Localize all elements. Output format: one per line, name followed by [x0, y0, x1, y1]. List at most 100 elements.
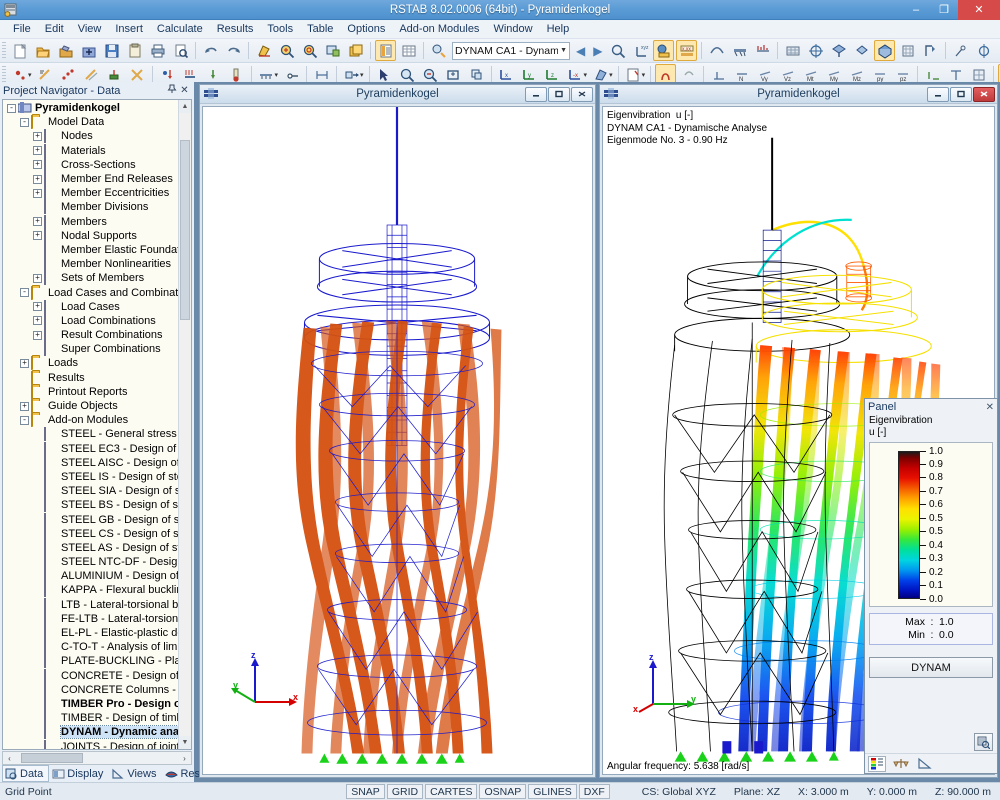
expand-toggle-icon[interactable]: +	[33, 302, 42, 311]
close-icon[interactable]: ✕	[986, 402, 994, 413]
scrollbar-thumb[interactable]	[180, 140, 190, 320]
tree-node[interactable]: CONCRETE Columns - Design	[3, 683, 178, 697]
menu-item-tools[interactable]: Tools	[260, 21, 300, 37]
expand-toggle-icon[interactable]: +	[33, 217, 42, 226]
tree-node[interactable]: FE-LTB - Lateral-torsional buck	[3, 612, 178, 626]
close-icon[interactable]: ✕	[178, 85, 191, 96]
scroll-left-button[interactable]: ‹	[3, 752, 16, 764]
tree-node[interactable]: +Nodes	[3, 129, 178, 143]
tree-node[interactable]: +Members	[3, 215, 178, 229]
scrollbar-thumb[interactable]	[21, 753, 83, 763]
navigator-tab-views[interactable]: Views	[109, 765, 162, 782]
tree-node[interactable]: Member Elastic Foundations	[3, 243, 178, 257]
panel-tab-display-properties[interactable]	[916, 756, 934, 772]
tree-node[interactable]: -Load Cases and Combinations	[3, 285, 178, 299]
node-select-icon[interactable]	[950, 40, 971, 61]
navigator-vertical-scrollbar[interactable]: ▲ ▼	[178, 100, 191, 749]
new-window-icon[interactable]	[345, 40, 366, 61]
menu-item-file[interactable]: File	[6, 21, 38, 37]
show-values-icon[interactable]: x.xx	[676, 40, 697, 61]
viewport-left-canvas[interactable]: z x y	[202, 106, 593, 775]
navigator-tab-display[interactable]: Display	[49, 765, 109, 782]
zoom-all-icon[interactable]	[299, 40, 320, 61]
expand-toggle-icon[interactable]: +	[33, 160, 42, 169]
expand-toggle-icon[interactable]: +	[33, 132, 42, 141]
measure-icon[interactable]	[920, 40, 941, 61]
toolbar-grip[interactable]	[2, 42, 6, 59]
find-object-icon[interactable]	[607, 40, 628, 61]
tree-node[interactable]: +Member Eccentricities	[3, 186, 178, 200]
status-toggle-glines[interactable]: GLINES	[528, 784, 577, 799]
zoom-window-icon[interactable]	[322, 40, 343, 61]
pin-icon[interactable]	[165, 84, 178, 97]
expand-toggle-icon[interactable]: +	[33, 175, 42, 184]
expand-toggle-icon[interactable]: +	[33, 331, 42, 340]
tree-node[interactable]: +Member End Releases	[3, 172, 178, 186]
menu-item-edit[interactable]: Edit	[38, 21, 71, 37]
collapse-toggle-icon[interactable]: -	[20, 288, 29, 297]
tree-node[interactable]: STEEL IS - Design of steel mem	[3, 470, 178, 484]
redo-icon[interactable]	[223, 40, 244, 61]
grid-snap-icon[interactable]	[897, 40, 918, 61]
next-load-case-button[interactable]: ▶	[589, 44, 606, 58]
clipboard-icon[interactable]	[124, 40, 145, 61]
zoom-in-icon[interactable]	[276, 40, 297, 61]
tree-node[interactable]: Printout Reports	[3, 385, 178, 399]
new-file-icon[interactable]	[9, 40, 30, 61]
tree-node[interactable]: STEEL SIA - Design of steel me	[3, 484, 178, 498]
chevron-down-icon[interactable]: ▾	[360, 71, 364, 79]
tree-node[interactable]: C-TO-T - Analysis of limit state	[3, 640, 178, 654]
view-rotate-alt-icon[interactable]	[851, 40, 872, 61]
save-icon[interactable]	[101, 40, 122, 61]
tree-node[interactable]: +Result Combinations	[3, 328, 178, 342]
viewport-minimize-button[interactable]	[525, 87, 547, 102]
chevron-down-icon[interactable]: ▾	[275, 71, 279, 79]
scroll-right-button[interactable]: ›	[178, 752, 191, 764]
open-file-icon[interactable]	[32, 40, 53, 61]
grid-table-icon[interactable]	[398, 40, 419, 61]
result-diagram-icon[interactable]	[752, 40, 773, 61]
tree-node[interactable]: PLATE-BUCKLING - Plate buck	[3, 654, 178, 668]
scroll-up-button[interactable]: ▲	[179, 100, 191, 113]
load-case-settings-icon[interactable]	[428, 40, 449, 61]
chevron-down-icon[interactable]: ▾	[609, 71, 613, 79]
viewport-minimize-button[interactable]	[927, 87, 949, 102]
tree-node[interactable]: Results	[3, 371, 178, 385]
tree-node[interactable]: +Load Combinations	[3, 314, 178, 328]
expand-toggle-icon[interactable]: +	[20, 359, 29, 368]
tree-node[interactable]: Super Combinations	[3, 342, 178, 356]
open-model-icon[interactable]	[55, 40, 76, 61]
restore-button[interactable]: ❐	[930, 0, 958, 20]
deformation-icon[interactable]	[706, 40, 727, 61]
menu-item-options[interactable]: Options	[340, 21, 392, 37]
menu-item-help[interactable]: Help	[540, 21, 577, 37]
tree-node[interactable]: STEEL EC3 - Design of steel m	[3, 442, 178, 456]
navigator-tree[interactable]: -Pyramidenkogel-Model Data+Nodes+Materia…	[3, 100, 178, 749]
coordinate-system-icon[interactable]: xyz	[630, 40, 651, 61]
expand-toggle-icon[interactable]: +	[33, 189, 42, 198]
tree-node[interactable]: STEEL BS - Design of steel me	[3, 498, 178, 512]
navigator-tab-data[interactable]: Data	[2, 765, 49, 782]
tree-node[interactable]: +Guide Objects	[3, 399, 178, 413]
support-reactions-icon[interactable]	[729, 40, 750, 61]
render-model-icon[interactable]	[253, 40, 274, 61]
tree-node[interactable]: DYNAM - Dynamic analysis	[3, 725, 178, 739]
tree-node[interactable]: TIMBER Pro - Design of timbe	[3, 697, 178, 711]
status-toggle-grid[interactable]: GRID	[387, 784, 423, 799]
tree-node[interactable]: STEEL AISC - Design of steel m	[3, 456, 178, 470]
tree-node[interactable]: +Cross-Sections	[3, 158, 178, 172]
load-case-combo[interactable]: DYNAM CA1 - Dynamis ▼	[452, 42, 570, 60]
tree-node[interactable]: STEEL GB - Design of steel me	[3, 512, 178, 526]
toolbar-grip[interactable]	[2, 66, 6, 83]
mirror-icon[interactable]	[996, 40, 1000, 61]
tree-node[interactable]: JOINTS - Design of joints	[3, 739, 178, 749]
tree-node[interactable]: ALUMINIUM - Design of alumin	[3, 569, 178, 583]
tree-node[interactable]: -Pyramidenkogel	[3, 101, 178, 115]
scroll-down-button[interactable]: ▼	[179, 736, 191, 749]
viewport-close-button[interactable]	[571, 87, 593, 102]
show-tables-icon[interactable]	[375, 40, 396, 61]
print-icon[interactable]	[147, 40, 168, 61]
menu-item-view[interactable]: View	[71, 21, 109, 37]
tree-node[interactable]: +Nodal Supports	[3, 229, 178, 243]
chevron-down-icon[interactable]: ▾	[642, 71, 646, 79]
